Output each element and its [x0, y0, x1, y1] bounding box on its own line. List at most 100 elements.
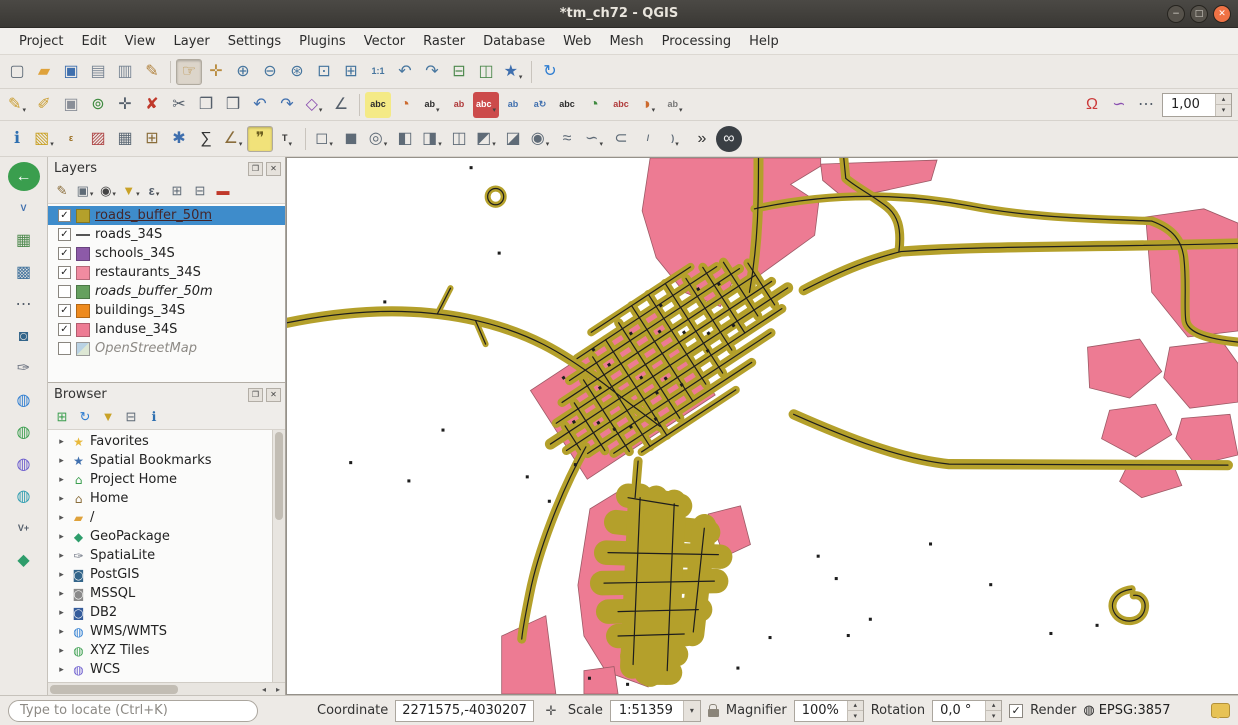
minimize-button[interactable]: − — [1167, 5, 1185, 23]
identify-features[interactable]: ℹ — [4, 126, 30, 152]
layer-row-schools-34s[interactable]: ✓schools_34S — [48, 244, 285, 263]
browser-item-spatial-bookmarks[interactable]: ▸★Spatial Bookmarks — [48, 451, 272, 470]
new-map-view[interactable]: ⊟ — [446, 59, 472, 85]
deselect-features[interactable]: ▨ — [85, 126, 111, 152]
layer-checkbox[interactable]: ✓ — [58, 266, 71, 279]
add-feature[interactable]: ⊚ — [85, 92, 111, 118]
select-by-expression[interactable]: ε — [58, 126, 84, 152]
add-delimited-text-layer[interactable]: ⋯ — [8, 290, 40, 319]
copy-features[interactable]: ❐ — [193, 92, 219, 118]
filter-legend-dropdown-arrow[interactable]: ▾ — [136, 190, 140, 201]
redo[interactable]: ↷ — [274, 92, 300, 118]
zoom-last[interactable]: ↶ — [392, 59, 418, 85]
browser-vertical-scrollbar[interactable] — [272, 430, 285, 682]
messages-icon[interactable] — [1211, 703, 1230, 718]
browser-item-xyz-tiles[interactable]: ▸◍XYZ Tiles — [48, 641, 272, 660]
stepper-up-icon[interactable]: ▴ — [1216, 94, 1231, 106]
expander-icon[interactable]: ▸ — [56, 494, 67, 504]
current-edits-dropdown-arrow[interactable]: ▾ — [22, 106, 26, 117]
layer-labeling-options[interactable]: abc — [365, 92, 391, 118]
enable-tracing[interactable]: ∽ — [1106, 92, 1132, 118]
crs-status[interactable]: ◍ EPSG:3857 — [1083, 703, 1170, 718]
menu-web[interactable]: Web — [554, 30, 600, 53]
processing-toolbox[interactable]: ✱ — [166, 126, 192, 152]
zoom-to-layer[interactable]: ⊞ — [338, 59, 364, 85]
stepper-down-icon[interactable]: ▾ — [986, 711, 1001, 721]
new-3d-map-view[interactable]: ◫ — [473, 59, 499, 85]
zoom-next[interactable]: ↷ — [419, 59, 445, 85]
browser-item-spatialite[interactable]: ▸✑SpatiaLite — [48, 546, 272, 565]
centroids-tool[interactable]: ◉▾ — [527, 126, 553, 152]
render-checkbox[interactable]: ✓ — [1009, 704, 1023, 718]
expander-icon[interactable]: ▸ — [56, 456, 67, 466]
show-hide-labels[interactable]: abc▾ — [473, 92, 499, 118]
close-button[interactable]: ✕ — [1213, 5, 1231, 23]
browser-item-item[interactable]: ▸▰/ — [48, 508, 272, 527]
save-project[interactable]: ▣ — [58, 59, 84, 85]
zoom-in[interactable]: ⊕ — [230, 59, 256, 85]
layers-float-button[interactable]: ❐ — [248, 162, 263, 176]
intersection-tool-dropdown-arrow[interactable]: ▾ — [492, 140, 496, 151]
scroll-right-icon[interactable]: ▸ — [271, 685, 285, 694]
offset-curve-tool-dropdown-arrow[interactable]: ▾ — [675, 140, 679, 151]
intersection-tool[interactable]: ◩▾ — [473, 126, 499, 152]
expander-icon[interactable]: ▸ — [56, 475, 67, 485]
fix-geometries[interactable]: ◼ — [338, 126, 364, 152]
diagram-options[interactable]: ◑▾ — [635, 92, 661, 118]
move-label[interactable]: ab — [500, 92, 526, 118]
move-diagram[interactable]: ◔ — [581, 92, 607, 118]
layer-checkbox[interactable] — [58, 342, 71, 355]
diagram-options-dropdown-arrow[interactable]: ▾ — [652, 106, 656, 117]
delete-selected[interactable]: ✘ — [139, 92, 165, 118]
zoom-to-selection[interactable]: ⊡ — [311, 59, 337, 85]
snapping-options[interactable]: ⋯ — [1133, 92, 1159, 118]
vertex-tool[interactable]: ◇▾ — [301, 92, 327, 118]
pin-unpin-labels[interactable]: ab▾ — [419, 92, 445, 118]
menu-database[interactable]: Database — [474, 30, 554, 53]
measure-line[interactable]: ∠▾ — [220, 126, 246, 152]
menu-help[interactable]: Help — [740, 30, 788, 53]
move-feature[interactable]: ✛ — [112, 92, 138, 118]
stepper-up-icon[interactable]: ▴ — [848, 701, 863, 712]
undo[interactable]: ↶ — [247, 92, 273, 118]
field-calculator[interactable]: ⊞ — [139, 126, 165, 152]
add-raster-layer[interactable]: ▦ — [8, 226, 40, 255]
save-layer-edits[interactable]: ▣ — [58, 92, 84, 118]
new-project[interactable]: ▢ — [4, 59, 30, 85]
layer-row-roads-buffer-50m[interactable]: roads_buffer_50m — [48, 282, 285, 301]
add-xyz-layer[interactable]: ◍ — [8, 418, 40, 447]
simplify-tool[interactable]: ≈ — [554, 126, 580, 152]
filter-by-expression-dropdown-arrow[interactable]: ▾ — [156, 190, 160, 201]
add-wfs-layer[interactable]: ◍ — [8, 482, 40, 511]
expander-icon[interactable]: ▸ — [56, 570, 67, 580]
menu-project[interactable]: Project — [10, 30, 72, 53]
add-wcs-layer[interactable]: ◍ — [8, 450, 40, 479]
menu-settings[interactable]: Settings — [219, 30, 290, 53]
expander-icon[interactable]: ▸ — [56, 627, 67, 637]
refresh-browser[interactable]: ↻ — [74, 406, 96, 428]
layer-checkbox[interactable]: ✓ — [58, 323, 71, 336]
change-label-properties[interactable]: abc — [554, 92, 580, 118]
snap-geometries-tool[interactable]: ⊂ — [608, 126, 634, 152]
buffer-tool-dropdown-arrow[interactable]: ▾ — [384, 140, 388, 151]
metasearch[interactable]: ∞ — [716, 126, 742, 152]
open-attribute-table[interactable]: ▦ — [112, 126, 138, 152]
show-spatial-bookmarks-dropdown-arrow[interactable]: ▾ — [519, 73, 523, 84]
add-postgis-layer[interactable]: ◙ — [8, 322, 40, 351]
measure-line-dropdown-arrow[interactable]: ▾ — [239, 140, 243, 151]
menu-processing[interactable]: Processing — [653, 30, 740, 53]
enable-snapping[interactable]: Ω — [1079, 92, 1105, 118]
manage-map-themes-dropdown-arrow[interactable]: ▾ — [112, 190, 116, 201]
highlight-pinned-labels[interactable]: ab — [446, 92, 472, 118]
expander-icon[interactable]: ▸ — [56, 551, 67, 561]
statistical-summary[interactable]: ∑ — [193, 126, 219, 152]
stepper-down-icon[interactable]: ▾ — [1216, 105, 1231, 116]
show-map-tips[interactable]: ❞ — [247, 126, 273, 152]
scrollbar-thumb[interactable] — [50, 685, 178, 694]
remove-layer[interactable]: ▬ — [212, 180, 234, 202]
new-print-layout[interactable]: ▤ — [85, 59, 111, 85]
style-manager[interactable]: ✎ — [139, 59, 165, 85]
expander-icon[interactable]: ▸ — [56, 589, 67, 599]
coordinate-input[interactable]: 2271575,-4030207 — [395, 700, 534, 722]
text-annotation-dropdown-arrow[interactable]: ▾ — [288, 140, 292, 151]
